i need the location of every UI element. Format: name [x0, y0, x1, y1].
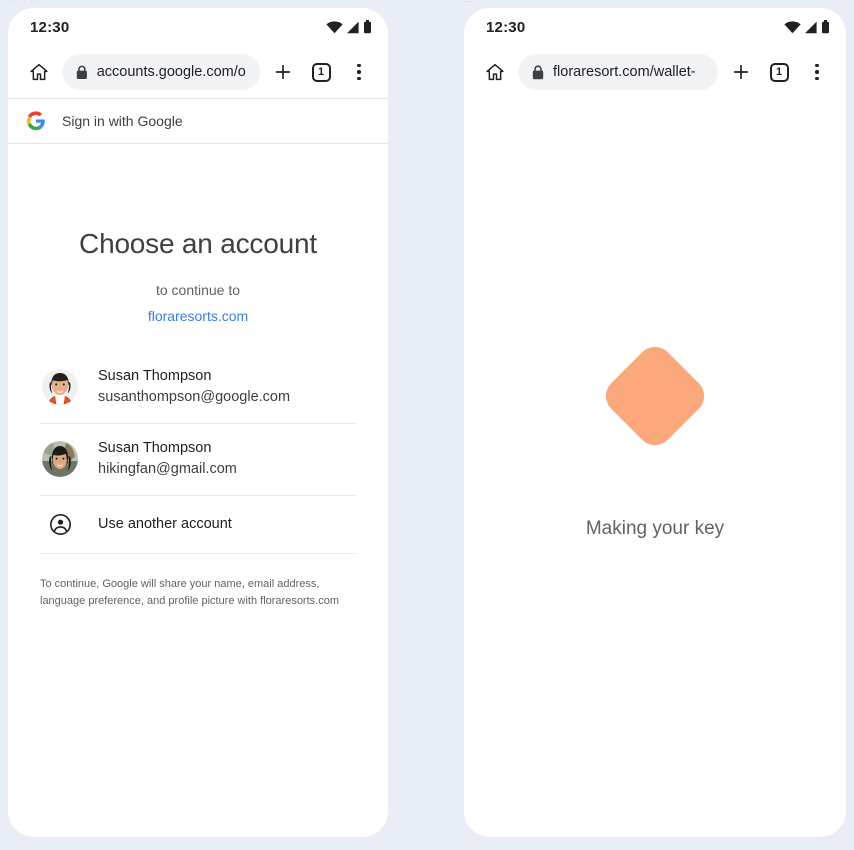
making-key-screen: Making your key: [464, 98, 846, 837]
browser-menu-button-left[interactable]: [344, 57, 374, 87]
making-key-caption: Making your key: [585, 518, 725, 539]
account-text: Susan Thompson hikingfan@gmail.com: [98, 438, 237, 481]
photo-woman-orange-top-icon: [42, 369, 78, 406]
battery-icon: [822, 20, 829, 34]
continue-to-label: to continue to: [155, 282, 241, 298]
account-option-hikingfan-gmail[interactable]: Susan Thompson hikingfan@gmail.com: [40, 424, 356, 496]
status-clock: 12:30: [486, 18, 526, 36]
url-text-right: floraresort.com/wallet-: [553, 64, 696, 80]
plus-icon: [733, 64, 749, 80]
omnibox-row-right: floraresort.com/wallet- 1: [464, 46, 846, 98]
gsi-bar-label: Sign in with Google: [62, 113, 183, 129]
home-button-right[interactable]: [480, 57, 510, 87]
status-icon-group: [326, 20, 372, 34]
status-bar-left: 12:30: [8, 8, 388, 46]
clipped-label-left: ··· ·· ···: [6, 0, 40, 6]
photo-woman-outdoors-icon: [42, 441, 78, 478]
account-list: Susan Thompson susanthompson@google.com: [40, 352, 356, 554]
account-text: Susan Thompson susanthompson@google.com: [98, 366, 290, 409]
cellular-signal-icon: [805, 21, 817, 33]
new-tab-button-left[interactable]: [268, 57, 298, 87]
relying-party-domain[interactable]: floraresorts.com: [40, 308, 356, 324]
home-icon: [486, 63, 504, 81]
status-clock: 12:30: [30, 18, 70, 36]
orange-diamond-key-icon: [598, 339, 712, 453]
cellular-signal-icon: [347, 21, 359, 33]
lock-icon: [76, 65, 87, 79]
tab-switcher-button-right[interactable]: 1: [764, 57, 794, 87]
tab-count-badge-right: 1: [769, 62, 789, 82]
clipped-label-right: ··· ·· ··: [463, 0, 494, 6]
url-bar-right[interactable]: floraresort.com/wallet-: [518, 54, 718, 90]
browser-menu-button-right[interactable]: [802, 57, 832, 87]
account-circle-icon: [49, 513, 71, 535]
phone-screen-account-chooser: 12:30 accounts.google.com/o/ 1 Sign in w…: [8, 8, 388, 837]
overflow-menu-icon: [357, 63, 361, 81]
new-tab-button-right[interactable]: [726, 57, 756, 87]
use-another-account-option[interactable]: Use another account: [40, 496, 356, 554]
home-button-left[interactable]: [24, 57, 54, 87]
wifi-icon: [784, 20, 801, 33]
battery-icon: [364, 20, 371, 34]
tab-count-badge-left: 1: [311, 62, 331, 82]
status-bar-right: 12:30: [464, 8, 846, 46]
status-icon-group: [784, 20, 830, 34]
account-chooser: Choose an account to continue to florare…: [8, 228, 388, 610]
overflow-menu-icon: [815, 63, 819, 81]
account-name: Susan Thompson: [98, 439, 212, 456]
account-option-susanthompson-google[interactable]: Susan Thompson susanthompson@google.com: [40, 352, 356, 424]
data-sharing-disclaimer: To continue, Google will share your name…: [40, 577, 339, 607]
account-circle-icon-wrap: [42, 513, 78, 536]
wifi-icon: [326, 20, 343, 33]
sign-in-with-google-bar: Sign in with Google: [8, 98, 388, 144]
page-title: Choose an account: [79, 228, 317, 259]
account-email: susanthompson@google.com: [98, 389, 291, 406]
url-text-left: accounts.google.com/o/: [96, 64, 246, 80]
home-icon: [30, 63, 48, 81]
google-g-icon: [26, 111, 45, 131]
plus-icon: [275, 64, 291, 80]
account-email: hikingfan@gmail.com: [98, 460, 237, 477]
use-another-account-label: Use another account: [98, 516, 232, 533]
tab-switcher-button-left[interactable]: 1: [306, 57, 336, 87]
account-name: Susan Thompson: [98, 368, 212, 384]
avatar: [42, 441, 78, 478]
clipped-top-artifact: ··· ·· ··· ··· ·· ··: [0, 0, 854, 7]
url-bar-left[interactable]: accounts.google.com/o/: [62, 54, 260, 90]
lock-icon: [532, 64, 544, 79]
screenshot-stage: ··· ·· ··· ··· ·· ·· 12:30 accounts.goog…: [0, 0, 854, 850]
phone-screen-making-key: 12:30 floraresort.com/wallet- 1 Making y…: [464, 8, 846, 837]
omnibox-row-left: accounts.google.com/o/ 1: [8, 46, 388, 98]
avatar: [42, 369, 78, 406]
